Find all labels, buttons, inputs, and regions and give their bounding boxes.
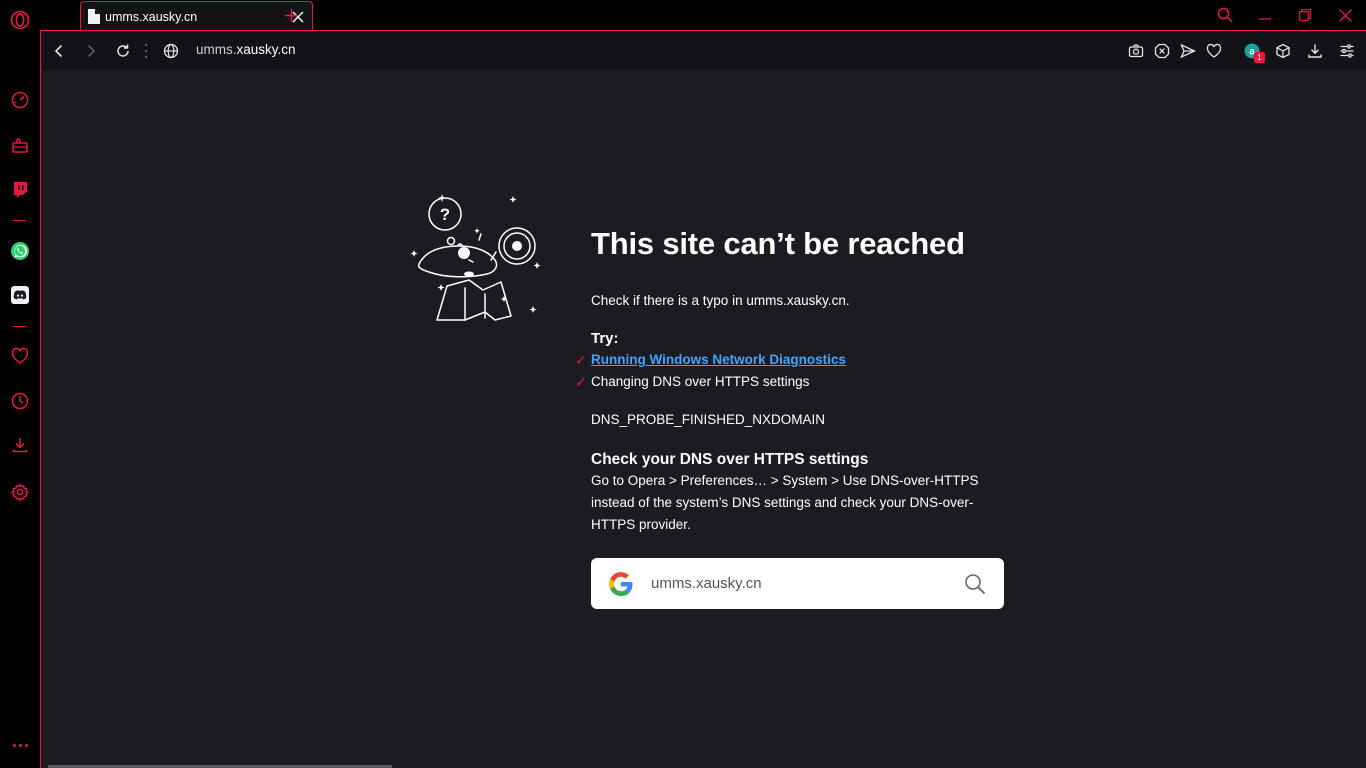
toolbar-separator [145, 44, 147, 58]
extensions-icon[interactable] [9, 134, 31, 156]
network-diagnostics-link[interactable]: Running Windows Network Diagnostics [591, 352, 846, 367]
url-field[interactable]: umms.xausky.cn [196, 42, 296, 57]
address-toolbar: umms.xausky.cn a 1 [40, 30, 1366, 70]
url-subdomain: umms. [196, 42, 237, 57]
dns-instructions: Go to Opera > Preferences… > System > Us… [591, 473, 979, 532]
forward-icon[interactable] [80, 40, 102, 62]
globe-icon[interactable] [160, 40, 182, 62]
document-icon [88, 9, 100, 24]
minimize-icon[interactable] [1253, 3, 1277, 27]
download-icon[interactable] [1304, 40, 1326, 62]
page-title: This site can’t be reached [591, 226, 965, 261]
discord-icon[interactable] [9, 284, 31, 306]
google-logo-icon [609, 571, 633, 596]
sidebar-more-icon[interactable] [10, 737, 30, 753]
search-tabs-icon[interactable] [1213, 3, 1237, 27]
suggestion-item: ✓ Running Windows Network Diagnostics [575, 349, 1011, 371]
settings-icon[interactable] [9, 481, 31, 503]
adblock-icon[interactable] [1151, 40, 1173, 62]
try-label: Try: [591, 330, 619, 347]
snapshot-camera-icon[interactable] [1125, 40, 1147, 62]
error-code: DNS_PROBE_FINISHED_NXDOMAIN [591, 412, 826, 427]
search-icon[interactable] [964, 573, 986, 595]
dinosaur-explorer-illustration: ? [410, 194, 541, 321]
restore-icon[interactable] [1293, 3, 1317, 27]
history-icon[interactable] [9, 390, 31, 412]
back-icon[interactable] [48, 40, 70, 62]
whatsapp-icon[interactable] [9, 240, 31, 262]
extension-badge: 1 [1254, 52, 1265, 63]
sidebar-separator [13, 326, 26, 327]
sidebar-separator [13, 220, 26, 221]
search-box[interactable]: umms.xausky.cn [591, 558, 1004, 609]
dns-heading: Check your DNS over HTTPS settings [591, 451, 869, 468]
bookmark-heart-icon[interactable] [1203, 40, 1225, 62]
bookmarks-heart-icon[interactable] [9, 345, 31, 367]
suggestion-item: ✓ Changing DNS over HTTPS settings [575, 371, 1011, 393]
new-tab-icon[interactable] [281, 5, 301, 25]
url-domain: xausky.cn [236, 42, 296, 57]
tab-title: umms.xausky.cn [105, 9, 198, 24]
error-panel: This site can’t be reached Check if ther… [575, 226, 1011, 536]
checkmark-icon: ✓ [575, 352, 587, 368]
dns-settings-suggestion: Changing DNS over HTTPS settings [591, 374, 810, 389]
sidebar [0, 0, 40, 768]
suggestion-list: ✓ Running Windows Network Diagnostics ✓ … [575, 349, 1011, 393]
reload-icon[interactable] [112, 40, 134, 62]
checkmark-icon: ✓ [575, 374, 587, 390]
svg-text:?: ? [440, 205, 450, 224]
send-icon[interactable] [1177, 40, 1199, 62]
opera-logo-icon[interactable] [9, 9, 31, 31]
speed-dial-icon[interactable] [9, 89, 31, 111]
tab-strip: umms.xausky.cn [40, 0, 1366, 31]
twitch-icon[interactable] [9, 179, 31, 201]
easy-setup-icon[interactable] [1336, 40, 1358, 62]
downloads-icon[interactable] [9, 434, 31, 456]
extensions-cube-icon[interactable] [1272, 40, 1294, 62]
typo-hint: Check if there is a typo in umms.xausky.… [591, 293, 850, 308]
close-window-icon[interactable] [1333, 3, 1357, 27]
search-input[interactable]: umms.xausky.cn [651, 575, 964, 592]
tab-active[interactable]: umms.xausky.cn [80, 1, 313, 31]
page-content: ? This site can’t be reached Check if th… [40, 70, 1366, 768]
